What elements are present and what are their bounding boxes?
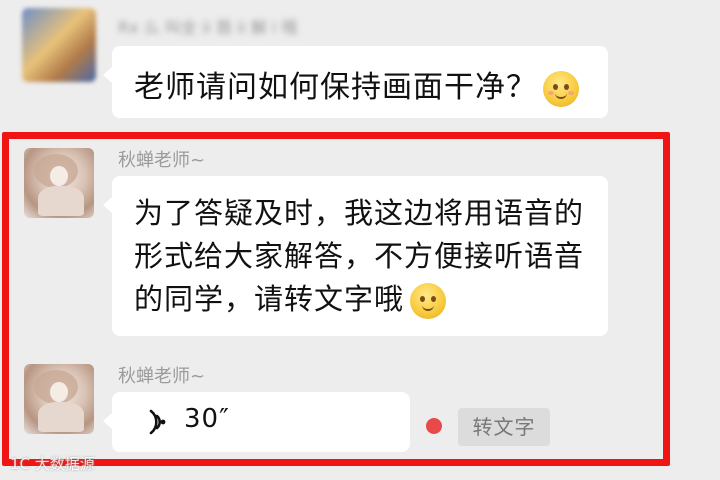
blushing-smile-emoji-icon [543,70,579,107]
voice-duration: 30″ [184,404,230,434]
message-bubble-question[interactable]: 老师请问如何保持画面干净？ [103,46,608,118]
teacher-avatar[interactable] [24,148,94,218]
watermark: 1C 大数据源 [10,455,95,473]
voice-wave-icon [149,409,166,435]
teacher-avatar[interactable] [24,364,94,434]
user-avatar[interactable] [22,8,96,82]
convert-to-text-button[interactable]: 转文字 [458,408,550,446]
message-text: 老师请问如何保持画面干净？ [134,62,579,107]
message-text: 为了答疑及时，我这边将用语音的形式给大家解答，不方便接听语音的同学，请转文字哦 [134,192,604,321]
message-bubble-answer[interactable]: 为了答疑及时，我这边将用语音的形式给大家解答，不方便接听语音的同学，请转文字哦 [103,176,608,336]
unread-dot [426,418,442,434]
voice-message-bubble[interactable]: 30″ [103,392,410,452]
smile-emoji-icon [410,283,447,319]
sender-name: 秋蝉老师~ [118,366,206,387]
user-name-blurred: Rx 么 叫全 ii 翡 ii 解 i 哦 [118,18,298,37]
sender-name: 秋蝉老师~ [118,150,206,171]
